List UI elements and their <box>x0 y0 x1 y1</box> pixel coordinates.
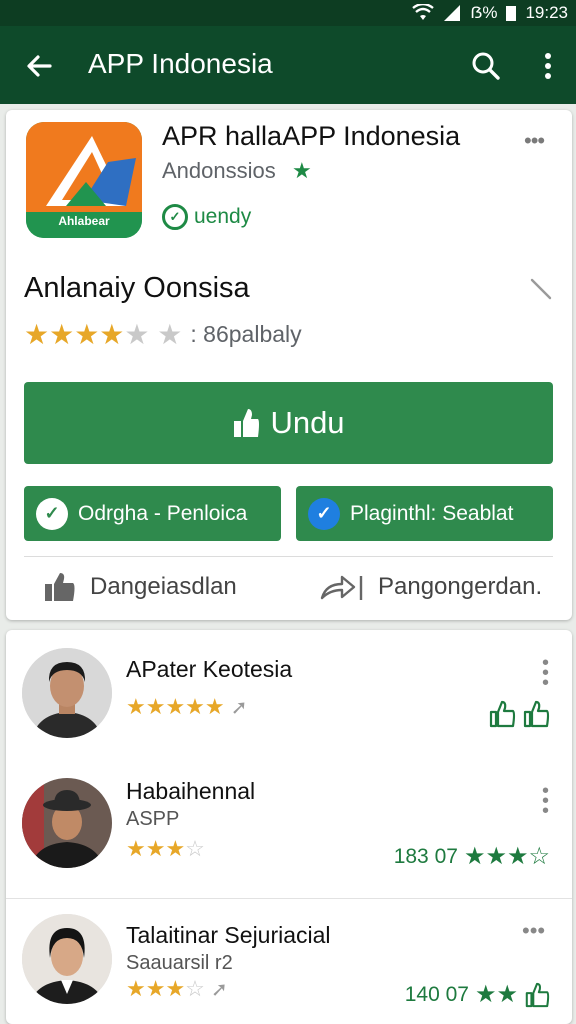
arrow-back-icon[interactable] <box>20 46 60 86</box>
install-button[interactable]: Undu <box>24 382 553 464</box>
avatar-image <box>22 914 112 1004</box>
editor-badge: ✓ uendy <box>162 204 251 230</box>
avatar-image <box>22 778 112 868</box>
avatar[interactable] <box>22 778 112 868</box>
pill-button-left[interactable]: ✓ Odrgha - Penloica <box>24 486 281 541</box>
thumbs-up-icon <box>45 573 75 601</box>
rating-row: ★★★★★ ★ : 86palbaly <box>24 318 302 351</box>
app-name: APR hallaAPP Indonesia <box>162 121 461 151</box>
rating-text: : 86palbaly <box>190 321 302 347</box>
review-stars: ★★★★★ ➚ <box>126 694 248 719</box>
review-menu-icon[interactable]: ••• <box>522 918 545 944</box>
review-green-stars: ★★ <box>474 981 518 1008</box>
battery-icon <box>506 6 517 21</box>
review-menu-icon[interactable]: ••• <box>542 653 549 693</box>
avatar-image <box>22 648 112 738</box>
review-helpful[interactable]: 183 07 ★★★☆ <box>394 842 550 871</box>
check-icon: ✓ <box>36 497 68 530</box>
review-menu-icon[interactable]: ••• <box>542 781 549 821</box>
thumb-icon <box>234 409 260 437</box>
share-action-label: Pangongerdan. <box>378 573 543 600</box>
star-badge-icon: ★ <box>292 158 312 183</box>
divider <box>24 556 553 557</box>
pill-button-right[interactable]: ✓ Plaginthl: Seablat <box>296 486 553 541</box>
install-label: Undu <box>270 405 345 440</box>
pill-right-label: Plaginthl: Seablat <box>350 501 514 525</box>
thumbs-up-outline-icon <box>523 700 550 728</box>
like-action[interactable]: Dangeiasdlan <box>44 572 237 602</box>
review-stars: ★★★☆ ➚ <box>126 976 228 1001</box>
more-vert-icon[interactable] <box>530 46 566 86</box>
signal-icon <box>444 5 461 21</box>
check-circle-icon: ✓ <box>162 204 188 230</box>
reviewer-name: APater Keotesia <box>126 656 293 682</box>
app-detail-card: Ahlabear APR hallaAPP Indonesia ••• Ando… <box>6 110 572 620</box>
app-logo[interactable]: Ahlabear <box>26 122 142 238</box>
status-indicators: ẞ% 19:23 <box>412 3 568 23</box>
developer-name[interactable]: Andonssios <box>162 158 276 184</box>
helpful-count: 183 07 <box>393 844 458 868</box>
review-helpful[interactable]: 140 07 ★★ <box>405 980 550 1009</box>
page-title: APP Indonesia <box>88 48 273 79</box>
pill-left-label: Odrgha - Penloica <box>78 501 248 525</box>
badge-label: uendy <box>194 205 252 228</box>
thumbs-up-outline-icon <box>489 700 516 728</box>
status-bar: ẞ% 19:23 <box>0 0 576 26</box>
divider <box>6 898 572 899</box>
share-icon <box>320 575 363 600</box>
thumbs-up-outline-icon <box>525 982 550 1007</box>
edit-icon[interactable] <box>528 276 554 302</box>
helpful-count: 140 07 <box>404 982 469 1006</box>
search-icon[interactable] <box>466 46 506 86</box>
reviewer-subtitle: Saauarsil r2 <box>126 952 233 974</box>
battery-percent: ẞ% <box>470 3 498 22</box>
more-horiz-icon[interactable]: ••• <box>524 128 545 154</box>
review-green-stars: ★★★☆ <box>463 843 550 870</box>
clock: 19:23 <box>525 3 568 22</box>
wifi-icon <box>412 4 435 20</box>
review-stars: ★★★☆ <box>126 836 205 861</box>
rating-stars: ★★★★★ ★ <box>24 319 183 350</box>
avatar[interactable] <box>22 648 112 738</box>
reviews-card: APater Keotesia ★★★★★ ➚ • • • Habaihenna… <box>6 630 572 1024</box>
reviewer-name: Talaitinar Sejuriacial <box>126 922 331 948</box>
like-action-label: Dangeiasdlan <box>90 573 237 600</box>
app-logo-text: Ahlabear <box>58 214 110 228</box>
reviewer-name: Habaihennal <box>126 778 256 804</box>
reviewer-subtitle: ASPP <box>126 808 180 830</box>
review-helpful[interactable] <box>488 700 550 728</box>
share-action[interactable]: Pangongerdan. <box>320 572 542 602</box>
app-subtitle: Anlanaiy Oonsisa <box>24 272 250 304</box>
verified-icon: ✓ <box>308 497 340 530</box>
avatar[interactable] <box>22 914 112 1004</box>
app-bar: APP Indonesia <box>0 26 576 104</box>
